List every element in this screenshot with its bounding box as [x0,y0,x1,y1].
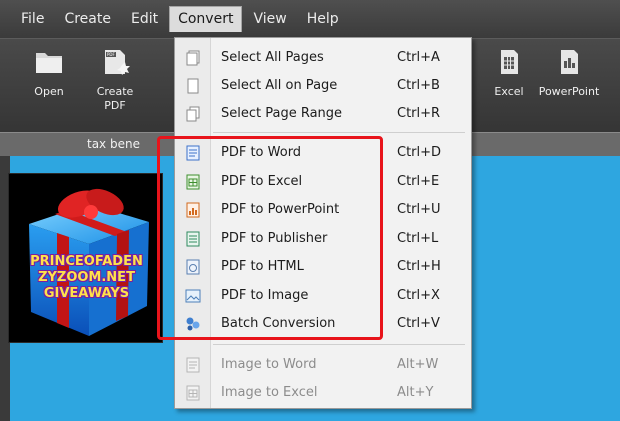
image-excel-icon [185,385,201,401]
giveaway-line-2: ZYZOOM.NET [38,270,135,285]
app-window: File Create Edit Convert View Help Open … [0,0,620,421]
menu-item-shortcut: Ctrl+L [397,231,439,246]
menu-file[interactable]: File [12,6,53,32]
open-button[interactable]: Open [14,49,84,99]
menu-item-shortcut: Ctrl+U [397,202,441,217]
menu-item-image-to-excel[interactable]: Image to Excel Alt+Y [175,379,473,407]
document-tab[interactable]: tax bene [87,137,140,151]
open-label: Open [34,85,64,98]
menu-item-label: Image to Word [221,357,317,372]
giveaway-image: PRINCEOFADEN ZYZOOM.NET GIVEAWAYS [8,173,163,343]
folder-icon [34,49,64,75]
powerpoint-button[interactable]: PowerPoint [534,49,604,99]
giveaway-line-3: GIVEAWAYS [43,286,130,301]
menu-item-shortcut: Ctrl+V [397,316,440,331]
excel-icon [494,49,524,75]
menu-item-select-all-on-page[interactable]: Select All on Page Ctrl+B [175,72,473,100]
menu-item-select-page-range[interactable]: Select Page Range Ctrl+R [175,100,473,128]
menu-item-image-to-word[interactable]: Image to Word Alt+W [175,351,473,379]
menu-help[interactable]: Help [298,6,348,32]
menu-item-shortcut: Ctrl+X [397,288,440,303]
menu-item-shortcut: Ctrl+E [397,174,440,189]
menu-item-shortcut: Ctrl+D [397,145,442,160]
menu-item-shortcut: Ctrl+H [397,259,441,274]
menu-view[interactable]: View [244,6,295,32]
menu-item-label: Image to Excel [221,385,318,400]
menu-item-shortcut: Alt+Y [397,385,434,400]
menu-convert[interactable]: Convert [169,6,243,32]
menu-bar: File Create Edit Convert View Help [0,0,620,38]
highlight-annotation [157,136,383,340]
menu-edit[interactable]: Edit [122,6,167,32]
menu-item-shortcut: Ctrl+B [397,78,440,93]
menu-item-select-all-pages[interactable]: Select All Pages Ctrl+A [175,44,473,72]
svg-text:PDF: PDF [107,52,115,57]
giveaway-line-1: PRINCEOFADEN [30,254,143,269]
menu-separator [213,344,465,345]
pages-icon [185,50,201,66]
menu-create[interactable]: Create [55,6,120,32]
menu-item-shortcut: Ctrl+A [397,50,440,65]
menu-item-label: Select All on Page [221,78,338,93]
image-word-icon [185,357,201,373]
powerpoint-label: PowerPoint [538,85,600,98]
pages-range-icon [185,106,201,122]
powerpoint-icon [554,49,584,75]
menu-separator [213,132,465,133]
menu-item-label: Select Page Range [221,106,343,121]
create-pdf-label: Create PDF [96,85,134,112]
menu-item-shortcut: Alt+W [397,357,439,372]
menu-item-shortcut: Ctrl+R [397,106,441,121]
create-pdf-icon: PDF [100,49,130,75]
menu-item-label: Select All Pages [221,50,324,65]
page-icon [185,78,201,94]
create-pdf-button[interactable]: PDF Create PDF [80,49,150,113]
